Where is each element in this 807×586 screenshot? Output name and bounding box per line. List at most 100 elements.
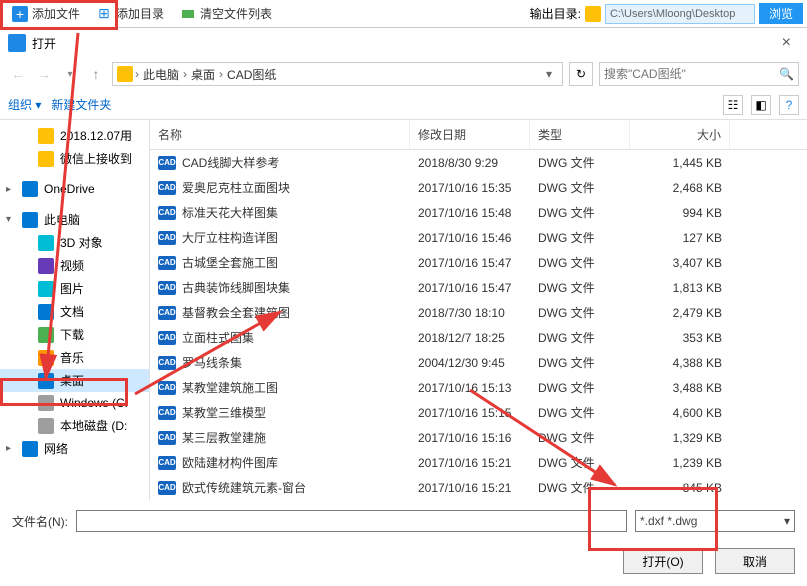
column-size[interactable]: 大小	[630, 120, 730, 149]
folder-icon	[38, 151, 54, 167]
add-file-button[interactable]: + 添加文件	[4, 3, 88, 24]
file-row[interactable]: CAD基督教会全套建筑图2018/7/30 18:10DWG 文件2,479 K…	[150, 300, 807, 325]
cad-file-icon: CAD	[158, 206, 176, 220]
add-dir-button[interactable]: ⊞ 添加目录	[88, 3, 172, 24]
sidebar-item[interactable]: 图片	[0, 277, 149, 300]
clear-list-button[interactable]: 清空文件列表	[172, 3, 280, 24]
organize-menu[interactable]: 组织 ▾	[8, 96, 41, 113]
sidebar-item[interactable]: 音乐	[0, 346, 149, 369]
close-button[interactable]: ×	[774, 34, 799, 52]
cad-file-icon: CAD	[158, 381, 176, 395]
breadcrumb-pc[interactable]: 此电脑	[141, 66, 181, 83]
sidebar-item[interactable]: 2018.12.07用	[0, 124, 149, 147]
sidebar-item[interactable]: 文档	[0, 300, 149, 323]
sidebar-item[interactable]: Windows (C:	[0, 392, 149, 414]
cad-file-icon: CAD	[158, 256, 176, 270]
file-type: DWG 文件	[530, 402, 630, 423]
cad-file-icon: CAD	[158, 481, 176, 495]
output-path-input[interactable]	[605, 4, 755, 24]
cad-file-icon: CAD	[158, 281, 176, 295]
clear-icon	[180, 6, 196, 22]
file-row[interactable]: CAD古典装饰线脚图块集2017/10/16 15:47DWG 文件1,813 …	[150, 275, 807, 300]
disk-icon	[38, 418, 54, 434]
path-navigation: ← → ▾ ↑ › 此电脑 › 桌面 › CAD图纸 ▾ ↻ 🔍	[0, 58, 807, 90]
chevron-icon: ▾	[6, 214, 16, 225]
view-mode-button[interactable]: ☷	[723, 95, 743, 115]
up-button[interactable]: ↑	[86, 64, 106, 84]
sidebar-item-label: 3D 对象	[60, 234, 103, 251]
music-icon	[38, 350, 54, 366]
cancel-button[interactable]: 取消	[715, 548, 795, 574]
dl-icon	[38, 327, 54, 343]
file-row[interactable]: CAD某三层教堂建施2017/10/16 15:16DWG 文件1,329 KB	[150, 425, 807, 450]
back-button[interactable]: ←	[8, 64, 28, 84]
breadcrumb[interactable]: › 此电脑 › 桌面 › CAD图纸 ▾	[112, 62, 563, 86]
sidebar-item[interactable]: 3D 对象	[0, 231, 149, 254]
sidebar-item[interactable]: 桌面	[0, 369, 149, 392]
file-type: DWG 文件	[530, 327, 630, 348]
open-button[interactable]: 打开(O)	[623, 548, 703, 574]
sidebar-item[interactable]: 下载	[0, 323, 149, 346]
file-type: DWG 文件	[530, 227, 630, 248]
new-folder-button[interactable]: 新建文件夹	[51, 96, 111, 113]
file-row[interactable]: CADCAD线脚大样参考2018/8/30 9:29DWG 文件1,445 KB	[150, 150, 807, 175]
refresh-button[interactable]: ↻	[569, 62, 593, 86]
cad-file-icon: CAD	[158, 231, 176, 245]
file-row[interactable]: CAD立面柱式图集2018/12/7 18:25DWG 文件353 KB	[150, 325, 807, 350]
sidebar-item-label: 图片	[60, 280, 84, 297]
file-row[interactable]: CAD某教堂建筑施工图2017/10/16 15:13DWG 文件3,488 K…	[150, 375, 807, 400]
file-row[interactable]: CAD古城堡全套施工图2017/10/16 15:47DWG 文件3,407 K…	[150, 250, 807, 275]
breadcrumb-desktop[interactable]: 桌面	[189, 66, 217, 83]
file-row[interactable]: CAD标准天花大样图集2017/10/16 15:48DWG 文件994 KB	[150, 200, 807, 225]
file-row[interactable]: CAD大厅立柱构造详图2017/10/16 15:46DWG 文件127 KB	[150, 225, 807, 250]
folder-icon	[38, 128, 54, 144]
add-file-label: 添加文件	[32, 5, 80, 22]
breadcrumb-dropdown[interactable]: ▾	[540, 67, 558, 81]
dialog-titlebar: 打开 ×	[0, 28, 807, 58]
doc-icon	[38, 304, 54, 320]
sidebar-item[interactable]: ▾ 此电脑	[0, 208, 149, 231]
file-name: 古城堡全套施工图	[182, 254, 278, 271]
sidebar-item[interactable]: 本地磁盘 (D:	[0, 414, 149, 437]
search-icon: 🔍	[779, 67, 794, 81]
cad-file-icon: CAD	[158, 406, 176, 420]
file-type: DWG 文件	[530, 252, 630, 273]
file-type-filter[interactable]: *.dxf *.dwg ▾	[635, 510, 795, 532]
column-date[interactable]: 修改日期	[410, 120, 530, 149]
file-row[interactable]: CAD罗马线条集2004/12/30 9:45DWG 文件4,388 KB	[150, 350, 807, 375]
column-name[interactable]: 名称	[150, 120, 410, 149]
app-toolbar: + 添加文件 ⊞ 添加目录 清空文件列表 输出目录: 浏览	[0, 0, 807, 28]
file-name: 基督教会全套建筑图	[182, 304, 290, 321]
preview-pane-button[interactable]: ◧	[751, 95, 771, 115]
recent-dropdown[interactable]: ▾	[60, 64, 80, 84]
video-icon	[38, 258, 54, 274]
file-row[interactable]: CAD欧陆建材构件图库2017/10/16 15:21DWG 文件1,239 K…	[150, 450, 807, 475]
file-name: 标准天花大样图集	[182, 204, 278, 221]
cad-file-icon: CAD	[158, 156, 176, 170]
sidebar-item[interactable]: 微信上接收到	[0, 147, 149, 170]
search-input[interactable]	[604, 67, 779, 81]
filename-input[interactable]	[76, 510, 627, 532]
dialog-title: 打开	[32, 35, 56, 52]
app-icon	[8, 34, 26, 52]
file-date: 2017/10/16 15:47	[410, 279, 530, 297]
sidebar-item[interactable]: ▸网络	[0, 437, 149, 460]
file-date: 2018/7/30 18:10	[410, 304, 530, 322]
browse-button[interactable]: 浏览	[759, 3, 803, 24]
forward-button[interactable]: →	[34, 64, 54, 84]
sidebar-item[interactable]: 视频	[0, 254, 149, 277]
sidebar-item-label: 此电脑	[44, 211, 80, 228]
filename-label: 文件名(N):	[12, 513, 68, 530]
search-box[interactable]: 🔍	[599, 62, 799, 86]
column-type[interactable]: 类型	[530, 120, 630, 149]
sidebar-item[interactable]: ▸OneDrive	[0, 178, 149, 200]
net-icon	[22, 441, 38, 457]
breadcrumb-sep: ›	[135, 67, 139, 81]
breadcrumb-folder[interactable]: CAD图纸	[225, 66, 278, 83]
file-row[interactable]: CAD某教堂三维模型2017/10/16 15:15DWG 文件4,600 KB	[150, 400, 807, 425]
help-button[interactable]: ?	[779, 95, 799, 115]
file-row[interactable]: CAD欧式传统建筑元素-窗台2017/10/16 15:21DWG 文件845 …	[150, 475, 807, 500]
pc-icon	[117, 66, 133, 82]
file-list: 名称 修改日期 类型 大小 CADCAD线脚大样参考2018/8/30 9:29…	[150, 120, 807, 500]
file-row[interactable]: CAD爱奥尼克柱立面图块2017/10/16 15:35DWG 文件2,468 …	[150, 175, 807, 200]
